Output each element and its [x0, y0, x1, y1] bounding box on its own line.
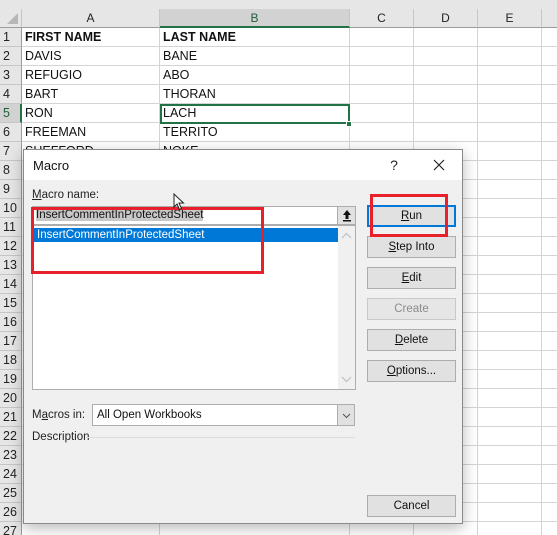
row-header-12[interactable]: 12: [0, 237, 22, 256]
fill-handle[interactable]: [346, 121, 352, 127]
highlight-box-run: [370, 194, 448, 237]
row-header-19[interactable]: 19: [0, 370, 22, 389]
row-header-25[interactable]: 25: [0, 484, 22, 503]
column-header-b[interactable]: B: [160, 9, 350, 28]
row-header-23[interactable]: 23: [0, 446, 22, 465]
cell-b6[interactable]: TERRITO: [160, 123, 350, 142]
scroll-up-icon[interactable]: [341, 232, 352, 240]
row-header-26[interactable]: 26: [0, 503, 22, 522]
button-label: ptions...: [395, 365, 437, 377]
chevron-down-icon: [342, 413, 351, 419]
row-header-17[interactable]: 17: [0, 332, 22, 351]
cell-b4[interactable]: THORAN: [160, 85, 350, 104]
row-header-11[interactable]: 11: [0, 218, 22, 237]
row-header-4[interactable]: 4: [0, 85, 22, 104]
row-header-8[interactable]: 8: [0, 161, 22, 180]
row-header-9[interactable]: 9: [0, 180, 22, 199]
row-header-1[interactable]: 1: [0, 28, 22, 47]
macros-in-select[interactable]: All Open Workbooks: [92, 404, 355, 426]
column-header-f[interactable]: [542, 9, 557, 28]
row-header-20[interactable]: 20: [0, 389, 22, 408]
row-header-5[interactable]: 5: [0, 104, 22, 123]
macro-name-label: Macro name:: [32, 189, 99, 201]
dropdown-button[interactable]: [337, 405, 354, 425]
cell-a3[interactable]: REFUGIO: [22, 66, 160, 85]
accel-key: M: [32, 189, 42, 201]
cell-a4[interactable]: BART: [22, 85, 160, 104]
gridline-vertical: [477, 28, 478, 535]
cancel-button[interactable]: Cancel: [367, 495, 456, 517]
step-into-button[interactable]: Step Into: [367, 236, 456, 258]
dialog-titlebar[interactable]: Macro ?: [24, 150, 462, 180]
macros-in-value: All Open Workbooks: [97, 409, 202, 421]
button-label: tep Into: [396, 241, 435, 253]
column-header-c[interactable]: C: [350, 9, 414, 28]
cell-a2[interactable]: DAVIS: [22, 47, 160, 66]
row-header-24[interactable]: 24: [0, 465, 22, 484]
macros-in-label: Macros in:: [32, 409, 85, 421]
options-button[interactable]: Options...: [367, 360, 456, 382]
column-header-a[interactable]: A: [22, 9, 160, 28]
collapse-dialog-button[interactable]: [337, 206, 356, 225]
description-divider: [86, 437, 355, 438]
cell-b3[interactable]: ABO: [160, 66, 350, 85]
accel-key: D: [394, 334, 404, 346]
row-header-3[interactable]: 3: [0, 66, 22, 85]
column-header-e[interactable]: E: [478, 9, 542, 28]
active-cell-border: [160, 104, 350, 124]
scroll-down-icon[interactable]: [341, 375, 352, 383]
label-text: M: [32, 409, 42, 421]
upload-arrow-icon: [343, 210, 351, 222]
label-text: acro name:: [41, 189, 100, 201]
delete-button[interactable]: Delete: [367, 329, 456, 351]
button-label: elete: [403, 334, 429, 346]
row-header-7[interactable]: 7: [0, 142, 22, 161]
button-label: dit: [409, 272, 422, 284]
row-header-21[interactable]: 21: [0, 408, 22, 427]
accel-key: S: [388, 241, 397, 253]
macro-list-scrollbar[interactable]: [338, 226, 355, 389]
close-button[interactable]: [426, 154, 452, 176]
label-text: cros in:: [48, 409, 86, 421]
dialog-title: Macro: [33, 158, 70, 173]
cell-a1[interactable]: FIRST NAME: [22, 28, 160, 47]
gridline-vertical: [541, 28, 542, 535]
create-button: Create: [367, 298, 456, 320]
cell-b1[interactable]: LAST NAME: [160, 28, 350, 47]
ribbon-edge: [0, 0, 557, 9]
close-icon: [433, 159, 445, 171]
row-header-15[interactable]: 15: [0, 294, 22, 313]
select-all-button[interactable]: [0, 9, 22, 28]
row-header-6[interactable]: 6: [0, 123, 22, 142]
highlight-box-macro-name: [31, 207, 264, 274]
mouse-pointer-icon: [173, 193, 185, 211]
column-header-d[interactable]: D: [414, 9, 478, 28]
description-label: Description: [32, 431, 90, 443]
row-header-27[interactable]: 27: [0, 522, 22, 535]
cell-b2[interactable]: BANE: [160, 47, 350, 66]
edit-button[interactable]: Edit: [367, 267, 456, 289]
row-header-2[interactable]: 2: [0, 47, 22, 66]
cell-a5[interactable]: RON: [22, 104, 160, 123]
row-header-14[interactable]: 14: [0, 275, 22, 294]
row-header-22[interactable]: 22: [0, 427, 22, 446]
row-header-18[interactable]: 18: [0, 351, 22, 370]
cell-a6[interactable]: FREEMAN: [22, 123, 160, 142]
accel-key: O: [386, 365, 396, 377]
row-header-10[interactable]: 10: [0, 199, 22, 218]
help-button[interactable]: ?: [384, 155, 404, 175]
row-header-13[interactable]: 13: [0, 256, 22, 275]
row-header-16[interactable]: 16: [0, 313, 22, 332]
